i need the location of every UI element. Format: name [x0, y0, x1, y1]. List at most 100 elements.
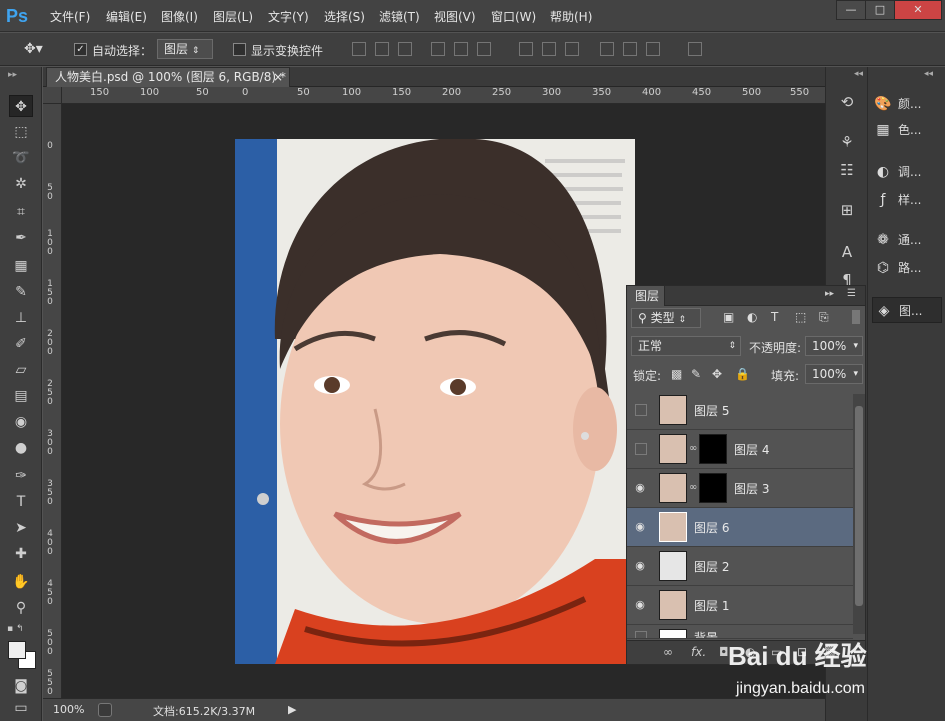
- eye-icon[interactable]: ◉: [633, 481, 647, 495]
- menu-help[interactable]: 帮助(H): [550, 8, 592, 25]
- distribute-hcenter-icon[interactable]: [623, 42, 637, 56]
- auto-select-dropdown[interactable]: 图层 ⇕: [157, 39, 213, 59]
- collapse-dock-icon[interactable]: ◂◂: [854, 69, 863, 79]
- path-selection-tool-icon[interactable]: ➤: [9, 517, 33, 539]
- collapse-dock2-icon[interactable]: ◂◂: [924, 69, 933, 79]
- link-icon[interactable]: ∞: [663, 645, 673, 659]
- blur-tool-icon[interactable]: ◉: [9, 411, 33, 433]
- eye-icon[interactable]: ◉: [633, 598, 647, 612]
- lasso-tool-icon[interactable]: ➰: [9, 147, 33, 169]
- layers-panel-tab[interactable]: ◈ 图...: [872, 297, 942, 323]
- document-tab[interactable]: 人物美白.psd @ 100% (图层 6, RGB/8) * ×: [46, 67, 290, 87]
- filter-toggle-icon[interactable]: [852, 310, 860, 324]
- gradient-tool-icon[interactable]: ▤: [9, 385, 33, 407]
- layers-scrollbar[interactable]: [853, 394, 865, 634]
- filter-adjustment-icon[interactable]: ◐: [747, 310, 757, 324]
- swap-colors-icon[interactable]: ▪ ↰: [7, 624, 24, 634]
- layer-row-selected[interactable]: ◉ 图层 6: [627, 508, 853, 547]
- layer-row[interactable]: ◉ 图层 2: [627, 547, 853, 586]
- layer-filter-dropdown[interactable]: ⚲ 类型 ⇕: [631, 308, 701, 328]
- menu-edit[interactable]: 编辑(E): [106, 8, 147, 25]
- horizontal-ruler[interactable]: 150 100 50 0 50 100 150 200 250 300 350 …: [62, 87, 825, 104]
- mask-link-icon[interactable]: ∞: [689, 443, 697, 454]
- lock-transparent-icon[interactable]: ▩: [671, 367, 682, 381]
- history-panel-icon[interactable]: ⟲: [836, 91, 858, 113]
- filter-pixel-icon[interactable]: ▣: [723, 310, 734, 324]
- layer-row[interactable]: 图层 5: [627, 391, 853, 430]
- paths-panel-tab[interactable]: ⌬ 路...: [872, 255, 942, 281]
- quick-mask-icon[interactable]: ◙: [9, 675, 33, 697]
- maximize-button[interactable]: □: [865, 0, 895, 20]
- distribute-left-icon[interactable]: [600, 42, 614, 56]
- align-vcenter-icon[interactable]: [375, 42, 389, 56]
- zoom-level[interactable]: 100%: [53, 703, 84, 716]
- scrollbar-thumb[interactable]: [855, 406, 863, 606]
- menu-file[interactable]: 文件(F): [50, 8, 90, 25]
- menu-filter[interactable]: 滤镜(T): [379, 8, 420, 25]
- blend-mode-dropdown[interactable]: 正常 ⇕: [631, 336, 741, 356]
- document-tab-close-icon[interactable]: ×: [273, 68, 283, 86]
- pen-tool-icon[interactable]: ✑: [9, 465, 33, 487]
- channels-panel-tab[interactable]: ❁ 通...: [872, 227, 942, 253]
- filter-smart-object-icon[interactable]: ⎘: [819, 310, 829, 325]
- status-arrow-icon[interactable]: ▶: [288, 703, 296, 716]
- mask-link-icon[interactable]: ∞: [689, 482, 697, 493]
- clone-source-icon[interactable]: ⊞: [836, 199, 858, 221]
- magic-wand-tool-icon[interactable]: ✲: [9, 173, 33, 195]
- layer-mask-thumbnail[interactable]: [699, 473, 727, 503]
- move-tool-icon[interactable]: ✥: [9, 95, 33, 117]
- vertical-ruler[interactable]: 0 5 0 1 0 0 1 5 0 2 0 0 2 5 0 3 0 0 3 5 …: [43, 104, 62, 698]
- status-menu-icon[interactable]: [98, 703, 112, 717]
- lock-pixels-icon[interactable]: ✎: [691, 367, 701, 381]
- expand-panel-icon[interactable]: ▸▸: [825, 289, 834, 299]
- filter-shape-icon[interactable]: ⬚: [795, 310, 806, 324]
- zoom-tool-icon[interactable]: ⚲: [9, 597, 33, 619]
- menu-type[interactable]: 文字(Y): [268, 8, 309, 25]
- layer-row[interactable]: ◉ ∞ 图层 3: [627, 469, 853, 508]
- layer-row[interactable]: ∞ 图层 4: [627, 430, 853, 469]
- align-left-icon[interactable]: [431, 42, 445, 56]
- menu-select[interactable]: 选择(S): [324, 8, 365, 25]
- menu-image[interactable]: 图像(I): [161, 8, 198, 25]
- crop-tool-icon[interactable]: ⌗: [9, 201, 33, 223]
- opacity-input[interactable]: 100% ▾: [805, 336, 863, 356]
- layer-mask-thumbnail[interactable]: [699, 434, 727, 464]
- filter-type-icon[interactable]: T: [771, 310, 778, 324]
- visibility-toggle-empty[interactable]: [635, 443, 647, 455]
- custom-shape-tool-icon[interactable]: ✚: [9, 543, 33, 565]
- eraser-tool-icon[interactable]: ▱: [9, 359, 33, 381]
- lock-all-icon[interactable]: 🔒: [735, 367, 750, 381]
- eye-icon[interactable]: ◉: [633, 520, 647, 534]
- auto-select-checkbox[interactable]: ✓: [74, 43, 87, 56]
- collapse-toolbar-icon[interactable]: ▸▸: [8, 70, 17, 80]
- visibility-toggle-empty[interactable]: [635, 631, 647, 638]
- minimize-button[interactable]: —: [836, 0, 866, 20]
- ruler-origin[interactable]: [43, 87, 62, 104]
- clone-stamp-tool-icon[interactable]: ⊥: [9, 307, 33, 329]
- distribute-right-icon[interactable]: [646, 42, 660, 56]
- styles-panel-tab[interactable]: ƒ 样...: [872, 187, 942, 213]
- history-brush-tool-icon[interactable]: ✐: [9, 333, 33, 355]
- properties-panel-icon[interactable]: ☷: [836, 159, 858, 181]
- fill-input[interactable]: 100% ▾: [805, 364, 863, 384]
- visibility-toggle-empty[interactable]: [635, 404, 647, 416]
- color-panel-tab[interactable]: 🎨 颜...: [872, 91, 942, 117]
- eye-icon[interactable]: ◉: [633, 559, 647, 573]
- foreground-color-top[interactable]: [8, 641, 26, 659]
- brush-presets-icon[interactable]: ⚘: [836, 131, 858, 153]
- document-image[interactable]: [235, 139, 635, 664]
- marquee-tool-icon[interactable]: ⬚: [9, 121, 33, 143]
- swatches-panel-tab[interactable]: ▦ 色...: [872, 117, 942, 143]
- close-window-button[interactable]: ✕: [894, 0, 942, 20]
- layer-row[interactable]: ◉ 图层 1: [627, 586, 853, 625]
- align-hcenter-icon[interactable]: [454, 42, 468, 56]
- healing-brush-tool-icon[interactable]: ▦: [9, 255, 33, 277]
- menu-window[interactable]: 窗口(W): [491, 8, 536, 25]
- show-transform-checkbox[interactable]: [233, 43, 246, 56]
- auto-align-icon[interactable]: [688, 42, 702, 56]
- align-bottom-icon[interactable]: [398, 42, 412, 56]
- distribute-vcenter-icon[interactable]: [542, 42, 556, 56]
- distribute-top-icon[interactable]: [519, 42, 533, 56]
- align-right-icon[interactable]: [477, 42, 491, 56]
- fx-icon[interactable]: fx.: [691, 645, 706, 659]
